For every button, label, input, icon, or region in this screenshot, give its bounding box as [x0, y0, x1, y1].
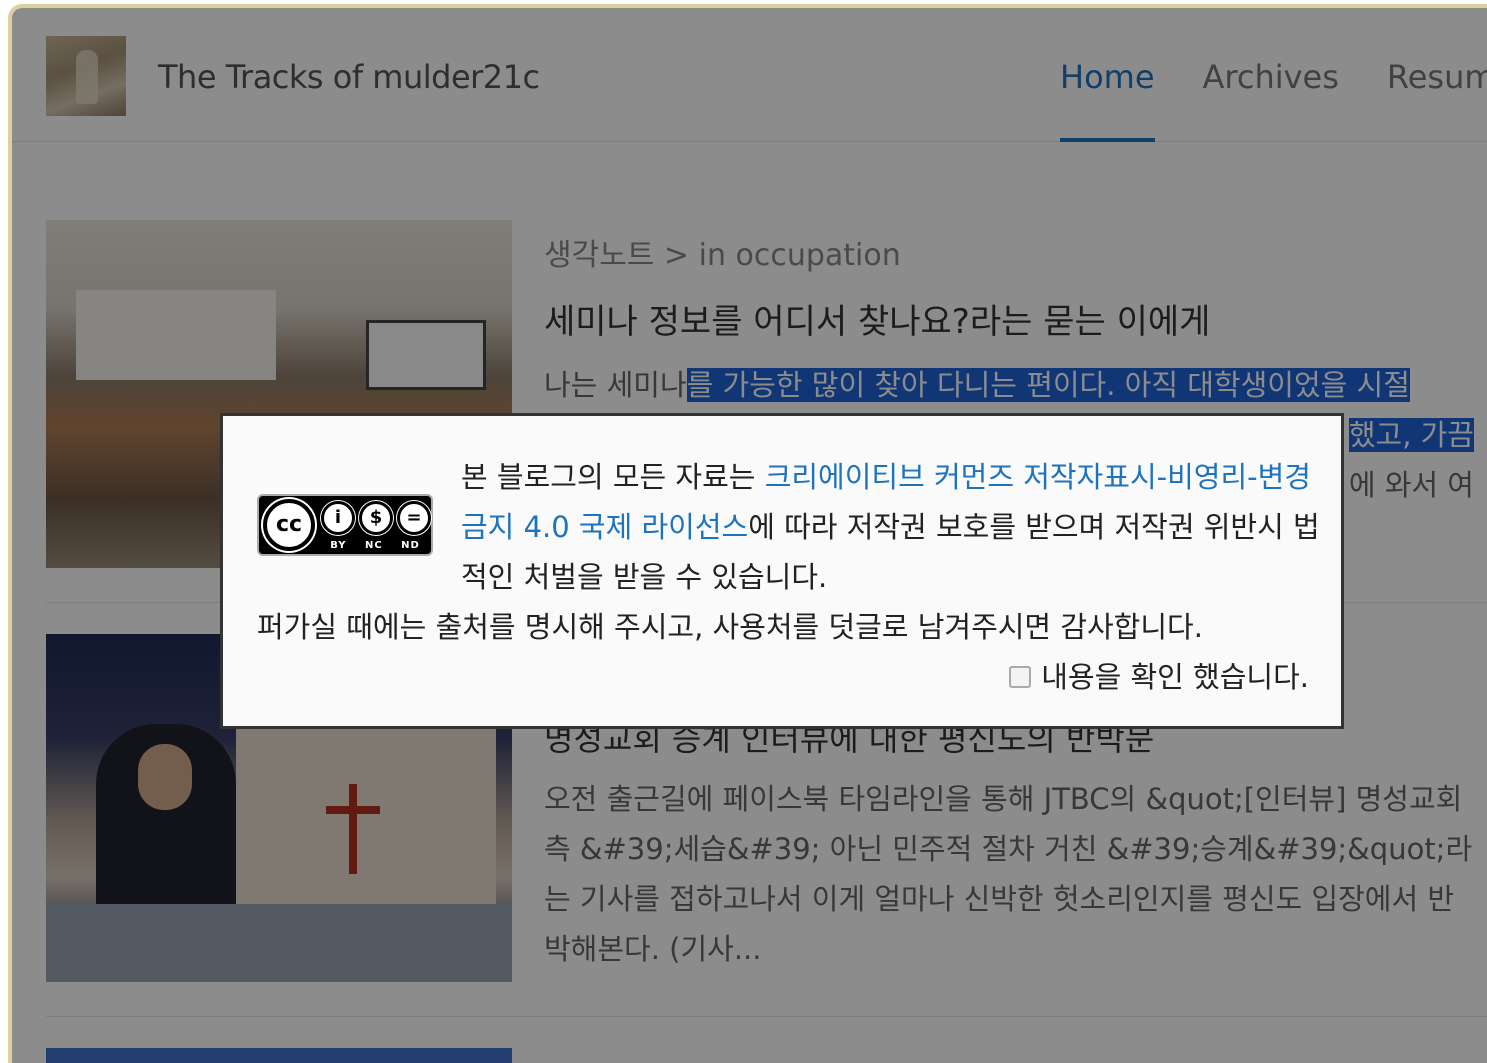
cc-tag-nd: ND — [401, 540, 420, 551]
attribution-icon: i — [321, 501, 355, 535]
browser-frame: The Tracks of mulder21c Home Archives Re… — [8, 4, 1487, 1063]
cc-tag-by: BY — [330, 540, 347, 551]
noncommercial-icon: $ — [359, 501, 393, 535]
cc-license-badge-icon[interactable]: cc i $ = BY NC ND — [257, 494, 433, 556]
confirm-checkbox-row[interactable]: 내용을 확인 했습니다. — [1009, 652, 1309, 702]
license-request-text: 퍼가실 때에는 출처를 명시해 주시고, 사용처를 덧글로 남겨주시면 감사합니… — [257, 610, 1203, 644]
cc-icon: cc — [263, 499, 315, 551]
cc-tag-nc: NC — [364, 540, 383, 551]
license-notice-modal: cc i $ = BY NC ND 본 블로그의 모든 자료는 크리에이티브 커… — [220, 413, 1344, 729]
license-text-before: 본 블로그의 모든 자료는 — [461, 460, 765, 494]
confirm-label[interactable]: 내용을 확인 했습니다. — [1041, 652, 1309, 702]
noderivatives-icon: = — [397, 501, 431, 535]
confirm-checkbox[interactable] — [1009, 666, 1032, 688]
license-text: 본 블로그의 모든 자료는 크리에이티브 커먼즈 저작자표시-비영리-변경금지 … — [461, 452, 1321, 602]
